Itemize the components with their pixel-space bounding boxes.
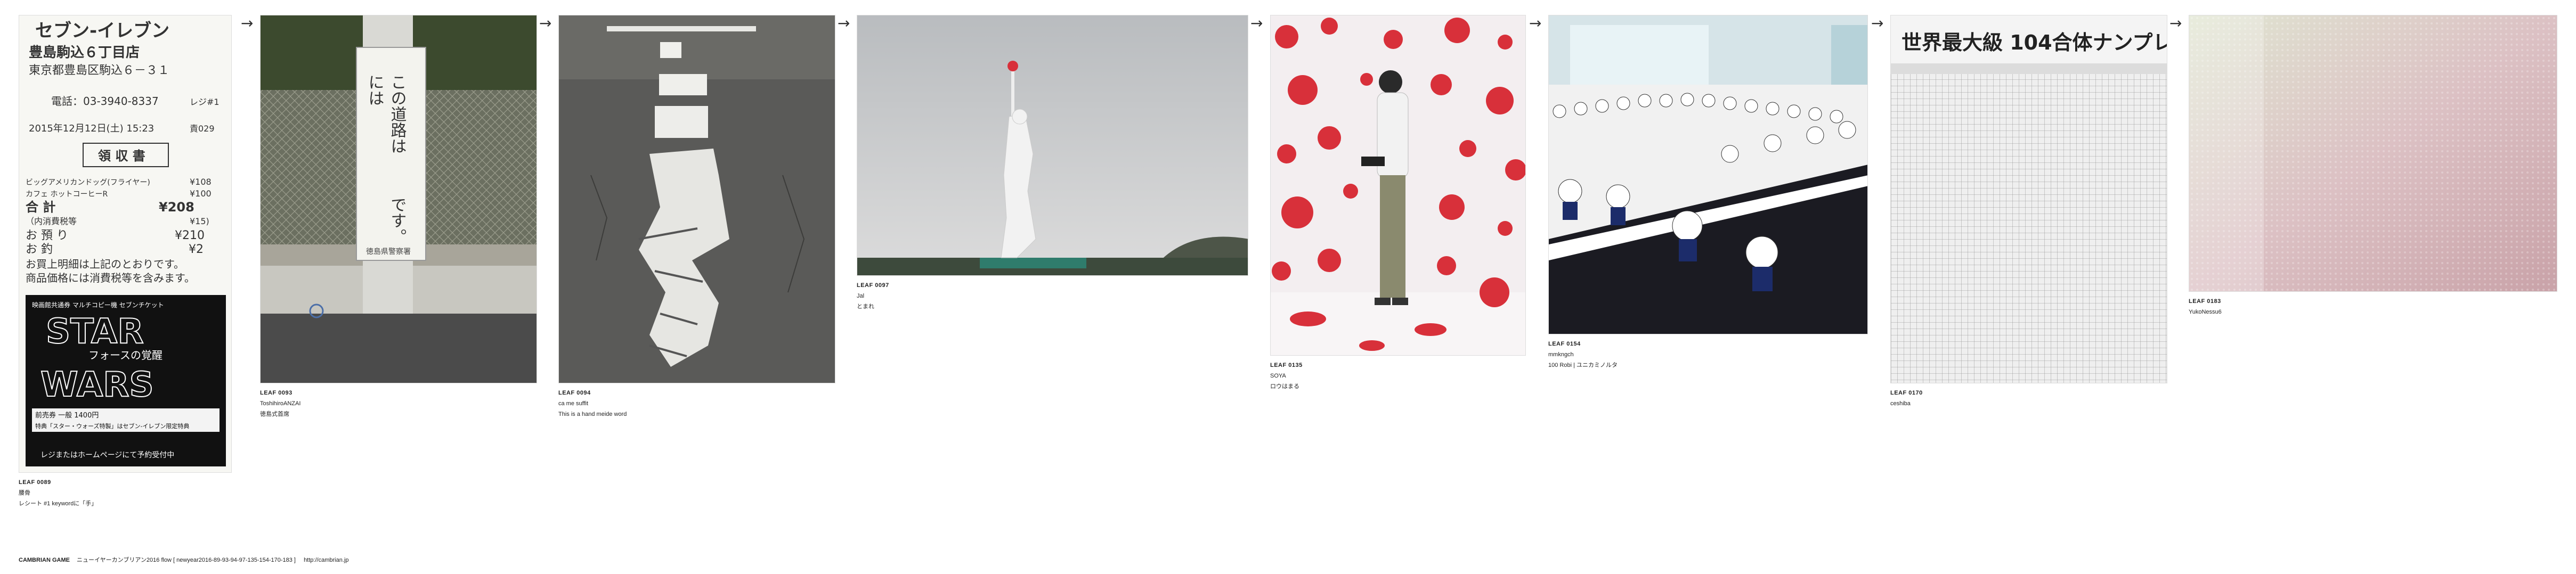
leaf-photo-road[interactable] bbox=[558, 15, 835, 383]
leaf-id[interactable]: LEAF 0135 bbox=[1270, 360, 1526, 371]
texture-image bbox=[2189, 15, 2557, 291]
flow-arrow-icon: → bbox=[241, 14, 254, 32]
leaf-user[interactable]: mmkngch bbox=[1548, 349, 1868, 360]
leaf-photo-dots[interactable] bbox=[1270, 15, 1526, 356]
leaf-text: This is a hand meide word bbox=[558, 411, 627, 417]
leaf-id[interactable]: LEAF 0093 bbox=[260, 388, 537, 398]
leaf-text: 100 Robi | ユニカミノルタ bbox=[1548, 362, 1618, 368]
receipt-branch: 豊島駒込６丁目店 bbox=[29, 45, 140, 61]
receipt-register: レジ#1 bbox=[190, 97, 220, 107]
receipt-staff: 責029 bbox=[190, 124, 215, 134]
receipt-ad-line: レジまたはホームページにて予約受付中 bbox=[40, 451, 174, 460]
receipt-item-price: ¥108 bbox=[190, 177, 212, 187]
flow-arrow-icon: → bbox=[838, 14, 850, 32]
leaf-user[interactable]: ToshihiroANZAI bbox=[260, 398, 537, 409]
footer-brand[interactable]: CAMBRIAN GAME bbox=[19, 557, 70, 563]
leaf-caption: LEAF 0094 ca me suffit This is a hand me… bbox=[558, 388, 835, 420]
receipt-note: 商品価格には消費税等を含みます。 bbox=[26, 272, 195, 284]
leaf-user[interactable]: 腰骨 bbox=[19, 488, 232, 498]
dots-image bbox=[1271, 15, 1525, 355]
road-image bbox=[559, 15, 835, 383]
receipt-tax-label: （内消費税等 bbox=[26, 216, 77, 226]
leaf-caption: LEAF 0093 ToshihiroANZAI 徳島式首席 bbox=[260, 388, 537, 420]
leaf-photo-puzzle[interactable]: 世界最大級 104合体ナンプレ bbox=[1890, 15, 2167, 383]
receipt-ad-star: STAR bbox=[46, 312, 144, 351]
leaf-photo-statue[interactable] bbox=[857, 15, 1248, 276]
leaf-id[interactable]: LEAF 0170 bbox=[1890, 388, 2167, 398]
leaf-caption: LEAF 0170 ceshiba bbox=[1890, 388, 2167, 409]
leaf-card[interactable]: LEAF 0094 ca me suffit This is a hand me… bbox=[558, 15, 835, 420]
leaf-photo-texture[interactable] bbox=[2189, 15, 2557, 292]
footer-title[interactable]: ニューイヤーカンブリアン2016 flow [ newyear2016-89-9… bbox=[77, 557, 296, 563]
flow-arrow-icon: → bbox=[1250, 14, 1263, 32]
receipt-ad-line: 特典「スター・ウォーズ特製」はセブン-イレブン限定特典 bbox=[35, 422, 189, 430]
leaf-id[interactable]: LEAF 0183 bbox=[2189, 296, 2557, 307]
leaf-id[interactable]: LEAF 0089 bbox=[19, 477, 232, 488]
leaf-caption: LEAF 0097 Jal とまれ bbox=[857, 280, 1248, 312]
receipt-title: 領 収 書 bbox=[98, 149, 145, 163]
sign-line2: には bbox=[365, 74, 384, 106]
receipt-total-label: 合 計 bbox=[26, 200, 55, 215]
leaf-card[interactable]: LEAF 0135 SOYA ロウはまる bbox=[1270, 15, 1526, 392]
leaf-text: ロウはまる bbox=[1270, 383, 1299, 390]
leaf-photo-robots[interactable] bbox=[1548, 15, 1868, 334]
leaf-user[interactable]: ceshiba bbox=[1890, 398, 2167, 409]
leaf-user[interactable]: Jal bbox=[857, 291, 1248, 301]
receipt-ad-wars: WARS bbox=[40, 365, 154, 405]
statue-image bbox=[857, 15, 1248, 275]
flow-arrow-icon: → bbox=[539, 14, 552, 32]
puzzle-title: 世界最大級 104合体ナンプレ bbox=[1901, 31, 2167, 54]
leaf-caption: LEAF 0135 SOYA ロウはまる bbox=[1270, 360, 1526, 392]
leaf-text: 徳島式首席 bbox=[260, 411, 289, 417]
leaf-card[interactable]: LEAF 0183 YukoNessu6 bbox=[2189, 15, 2557, 317]
receipt-paid: ¥210 bbox=[175, 229, 205, 242]
receipt-address: 東京都豊島区駒込６－３１ bbox=[29, 64, 169, 77]
flow-arrow-icon: → bbox=[1529, 14, 1542, 32]
receipt-item-name: カフェ ホットコーヒーR bbox=[26, 190, 108, 199]
flow-arrow-icon: → bbox=[2169, 14, 2182, 32]
leaf-user[interactable]: SOYA bbox=[1270, 371, 1526, 381]
receipt-ad-line: 前売券 一般 1400円 bbox=[35, 411, 99, 420]
page-footer: CAMBRIAN GAME ニューイヤーカンブリアン2016 flow [ ne… bbox=[19, 555, 348, 564]
leaf-card[interactable]: この道路は には です。 徳島県警察署 LEAF 0093 ToshihiroA… bbox=[260, 15, 537, 420]
footer-url[interactable]: http://cambrian.jp bbox=[304, 557, 348, 563]
receipt-paid-label: お 預 り bbox=[26, 229, 68, 242]
leaf-text: とまれ bbox=[857, 304, 874, 310]
receipt-item-price: ¥100 bbox=[190, 188, 212, 199]
sign-image: この道路は には です。 徳島県警察署 bbox=[261, 15, 537, 383]
leaf-user[interactable]: YukoNessu6 bbox=[2189, 307, 2557, 317]
leaf-card[interactable]: 世界最大級 104合体ナンプレ LEAF 0170 ceshiba bbox=[1890, 15, 2167, 409]
sign-line3: です。 bbox=[388, 196, 407, 244]
sign-footer: 徳島県警察署 bbox=[366, 247, 411, 256]
leaf-caption: LEAF 0183 YukoNessu6 bbox=[2189, 296, 2557, 317]
leaf-id[interactable]: LEAF 0094 bbox=[558, 388, 835, 398]
receipt-note: お買上明細は上記のとおりです。 bbox=[26, 258, 184, 270]
robots-image bbox=[1549, 15, 1867, 334]
leaf-user[interactable]: ca me suffit bbox=[558, 398, 835, 409]
leaf-photo-sign[interactable]: この道路は には です。 徳島県警察署 bbox=[260, 15, 537, 383]
receipt-ad-top: 映画館共通券 マルチコピー機 セブンチケット bbox=[32, 301, 164, 309]
receipt-change-label: お 釣 bbox=[26, 243, 53, 256]
leaf-card[interactable]: セブン-イレブン 豊島駒込６丁目店 東京都豊島区駒込６－３１ 電話：03-394… bbox=[19, 15, 232, 509]
leaf-caption: LEAF 0089 腰骨 レシート #1 keywordに「手」 bbox=[19, 477, 232, 509]
flow-arrow-icon: → bbox=[1871, 14, 1884, 32]
leaf-card[interactable]: LEAF 0097 Jal とまれ bbox=[857, 15, 1248, 312]
receipt-datetime: 2015年12月12日(土) 15:23 bbox=[29, 123, 154, 134]
leaf-text: レシート #1 keywordに「手」 bbox=[19, 501, 97, 507]
receipt-store: セブン-イレブン bbox=[35, 20, 169, 42]
receipt-ad-sub: フォースの覚醒 bbox=[88, 349, 162, 362]
leaf-id[interactable]: LEAF 0097 bbox=[857, 280, 1248, 291]
puzzle-image: 世界最大級 104合体ナンプレ bbox=[1891, 15, 2167, 383]
receipt-total: ¥208 bbox=[159, 200, 194, 215]
leaf-caption: LEAF 0154 mmkngch 100 Robi | ユニカミノルタ bbox=[1548, 339, 1868, 371]
leaf-card[interactable]: LEAF 0154 mmkngch 100 Robi | ユニカミノルタ bbox=[1548, 15, 1868, 371]
receipt-change: ¥2 bbox=[189, 243, 204, 256]
receipt-phone: 電話：03-3940-8337 bbox=[51, 95, 159, 108]
leaf-id[interactable]: LEAF 0154 bbox=[1548, 339, 1868, 349]
receipt-image: セブン-イレブン 豊島駒込６丁目店 東京都豊島区駒込６－３１ 電話：03-394… bbox=[19, 15, 231, 472]
sign-line1: この道路は bbox=[388, 74, 407, 154]
leaf-photo-receipt[interactable]: セブン-イレブン 豊島駒込６丁目店 東京都豊島区駒込６－３１ 電話：03-394… bbox=[19, 15, 232, 473]
receipt-tax: ¥15) bbox=[190, 216, 209, 226]
receipt-item-name: ビッグアメリカンドッグ(フライヤー) bbox=[26, 178, 150, 187]
